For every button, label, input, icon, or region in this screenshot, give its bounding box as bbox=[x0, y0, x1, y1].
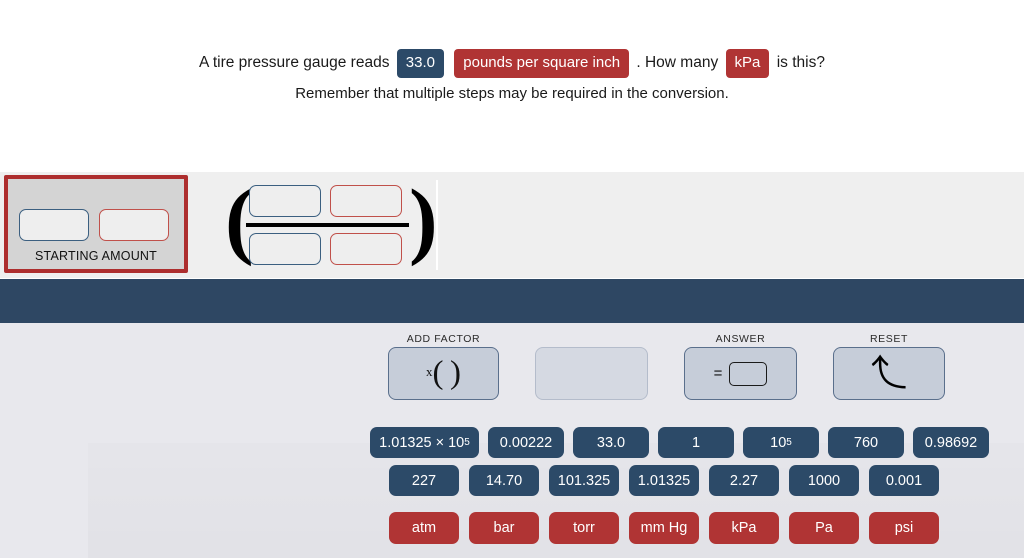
tile-label: torr bbox=[573, 520, 595, 536]
answer-button[interactable]: = bbox=[684, 347, 797, 400]
value-tile-10[interactable]: 10 5 bbox=[743, 427, 819, 458]
tile-label: 10 bbox=[770, 434, 787, 451]
add-factor-button[interactable]: x( ) bbox=[388, 347, 499, 400]
paren-close: ) bbox=[409, 171, 438, 267]
tile-label: 1.01325 bbox=[637, 472, 691, 489]
undo-arrow-icon: ⤴ bbox=[870, 352, 907, 394]
question-target-unit-chip: kPa bbox=[725, 48, 770, 78]
tile-label: 0.001 bbox=[885, 472, 923, 489]
tile-label: 760 bbox=[853, 434, 879, 451]
tile-label: 1.01325 × 10 bbox=[379, 434, 465, 451]
answer-input[interactable] bbox=[729, 361, 768, 386]
value-tiles-row-1: 1.01325 × 10 5 0.00222 33.0 1 10 5 760 0.98692 bbox=[370, 427, 998, 458]
tile-label: bar bbox=[493, 520, 515, 536]
tile-exponent: 5 bbox=[464, 437, 470, 448]
answer-label: ANSWER bbox=[715, 333, 766, 345]
value-tile-33.0[interactable]: 33.0 bbox=[573, 427, 649, 458]
question-prefix: A tire pressure gauge reads bbox=[199, 54, 390, 71]
value-tile-1000[interactable]: 1000 bbox=[789, 465, 859, 496]
tile-label: 0.98692 bbox=[924, 434, 978, 451]
tile-label: 101.325 bbox=[557, 472, 611, 489]
value-tile-0.001[interactable]: 0.001 bbox=[869, 465, 939, 496]
value-tile-0.00222[interactable]: 0.00222 bbox=[488, 427, 564, 458]
question-hint: Remember that multiple steps may be requ… bbox=[295, 85, 729, 102]
tile-exponent: 5 bbox=[786, 437, 792, 448]
unit-tile-Pa[interactable]: Pa bbox=[789, 512, 859, 544]
value-tile-227[interactable]: 227 bbox=[389, 465, 459, 496]
empty-factor-slot[interactable] bbox=[535, 347, 648, 400]
value-tiles-row-2: 227 14.70 101.325 1.01325 2.27 1000 0.001 bbox=[389, 465, 949, 496]
add-factor-icon: x( ) bbox=[426, 355, 461, 391]
tile-label: 1 bbox=[691, 434, 701, 451]
value-tile-14.70[interactable]: 14.70 bbox=[469, 465, 539, 496]
fraction-bar bbox=[246, 223, 409, 227]
tile-label: Pa bbox=[815, 520, 833, 536]
factor-numerator-value-slot[interactable] bbox=[249, 185, 321, 217]
starting-amount-unit-slot[interactable] bbox=[99, 209, 169, 241]
starting-amount-label: STARTING AMOUNT bbox=[35, 249, 157, 263]
question-value-chip: 33.0 bbox=[396, 48, 444, 78]
conversion-factor-group: ( ) bbox=[225, 174, 438, 270]
equals-sign: = bbox=[713, 365, 723, 382]
unit-tile-atm[interactable]: atm bbox=[389, 512, 459, 544]
question-statement: A tire pressure gauge reads 33.0 pounds … bbox=[0, 48, 1024, 78]
factor-denominator-value-slot[interactable] bbox=[249, 233, 321, 265]
tile-label: kPa bbox=[731, 520, 757, 536]
tile-label: 227 bbox=[411, 472, 437, 489]
work-area-divider bbox=[436, 180, 438, 270]
value-tile-1.01325[interactable]: 1.01325 bbox=[629, 465, 699, 496]
factor-denominator-unit-slot[interactable] bbox=[330, 233, 402, 265]
work-area: STARTING AMOUNT x ( ) bbox=[0, 172, 1024, 402]
tile-label: 2.27 bbox=[729, 472, 759, 489]
question-suffix: is this? bbox=[776, 54, 825, 71]
unit-tile-torr[interactable]: torr bbox=[549, 512, 619, 544]
unit-tile-kPa[interactable]: kPa bbox=[709, 512, 779, 544]
reset-label: RESET bbox=[869, 333, 908, 345]
unit-tile-mmHg[interactable]: mm Hg bbox=[629, 512, 699, 544]
value-tile-101.325[interactable]: 101.325 bbox=[549, 465, 619, 496]
question-unit-chip: pounds per square inch bbox=[454, 48, 630, 78]
starting-amount-card[interactable]: STARTING AMOUNT bbox=[4, 175, 188, 273]
tile-label: 0.00222 bbox=[499, 434, 553, 451]
factor-numerator-unit-slot[interactable] bbox=[330, 185, 402, 217]
tile-label: 1000 bbox=[807, 472, 841, 489]
unit-tiles-row: atm bar torr mm Hg kPa Pa psi bbox=[389, 512, 949, 544]
tile-label: 33.0 bbox=[596, 434, 626, 451]
add-factor-label: ADD FACTOR bbox=[406, 333, 481, 345]
unit-tile-bar[interactable]: bar bbox=[469, 512, 539, 544]
question-middle-text: . How many bbox=[636, 54, 719, 71]
value-tile-0.98692[interactable]: 0.98692 bbox=[913, 427, 989, 458]
reset-button[interactable]: ⤴ bbox=[833, 347, 945, 400]
tile-label: mm Hg bbox=[640, 520, 688, 536]
value-tile-1[interactable]: 1 bbox=[658, 427, 734, 458]
tile-label: atm bbox=[411, 520, 437, 536]
value-tile-1.0132510[interactable]: 1.01325 × 10 5 bbox=[370, 427, 479, 458]
question-area: A tire pressure gauge reads 33.0 pounds … bbox=[0, 0, 1024, 172]
tile-label: 14.70 bbox=[485, 472, 523, 489]
value-tile-760[interactable]: 760 bbox=[828, 427, 904, 458]
tile-label: psi bbox=[894, 520, 914, 536]
value-tile-2.27[interactable]: 2.27 bbox=[709, 465, 779, 496]
status-bar bbox=[0, 279, 1024, 323]
unit-tile-psi[interactable]: psi bbox=[869, 512, 939, 544]
starting-amount-value-slot[interactable] bbox=[19, 209, 89, 241]
